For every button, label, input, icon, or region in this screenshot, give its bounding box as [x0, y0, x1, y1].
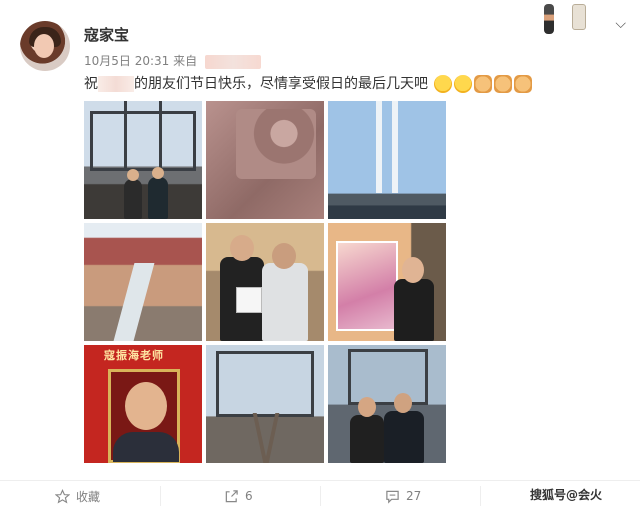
banner-title: 寇振海老师 — [104, 349, 164, 362]
photo-6[interactable] — [328, 223, 446, 341]
figure-sticker-icon — [544, 4, 554, 34]
bridge-pylon — [376, 101, 382, 193]
grin-emoji-icon — [434, 75, 453, 93]
bridge-pylon — [392, 101, 398, 193]
relief-plaque — [236, 109, 316, 179]
action-separator — [320, 486, 321, 506]
share-count: 6 — [245, 489, 253, 503]
person-head — [272, 243, 296, 269]
portrait-frame — [108, 369, 180, 463]
star-icon — [55, 488, 70, 503]
person — [148, 177, 168, 219]
favorite-label: 收藏 — [76, 489, 101, 504]
favorite-button[interactable]: 收藏 — [55, 486, 100, 506]
comment-button[interactable]: 27 — [385, 486, 421, 506]
person-head — [127, 169, 139, 181]
person-head — [402, 257, 424, 283]
bridge-truss — [216, 351, 314, 417]
person — [384, 411, 424, 463]
grin-emoji-icon — [454, 75, 473, 93]
rail-track — [264, 413, 280, 463]
photo-1[interactable] — [84, 101, 202, 219]
action-separator — [480, 486, 481, 506]
photo-9[interactable] — [328, 345, 446, 463]
post-meta: 10月5日 20:31 来自 — [84, 52, 261, 69]
post-text-after: 的朋友们节日快乐，尽情享受假日的最后几天吧 — [134, 76, 428, 92]
watermark: 搜狐号@会火 — [530, 488, 603, 502]
post-source-blurred — [204, 54, 261, 69]
person — [124, 179, 142, 219]
post-source-prefix: 来自 — [173, 54, 198, 68]
photo-8[interactable] — [206, 345, 324, 463]
avatar-face — [34, 34, 54, 58]
fist-emoji-icon — [514, 75, 533, 93]
actress-poster — [336, 241, 398, 331]
comment-icon — [386, 490, 399, 504]
fist-emoji-icon — [474, 75, 493, 93]
person-head — [230, 235, 254, 261]
username[interactable]: 寇家宝 — [84, 24, 129, 45]
share-button[interactable]: 6 — [224, 486, 253, 506]
photo-3[interactable] — [328, 101, 446, 219]
comment-count: 27 — [406, 489, 422, 503]
post-time[interactable]: 10月5日 20:31 — [84, 54, 169, 68]
photo-5[interactable] — [206, 223, 324, 341]
photo-2[interactable] — [206, 101, 324, 219]
share-icon — [225, 489, 238, 502]
bridge-truss — [124, 101, 162, 171]
post-text: 祝 的朋友们节日快乐，尽情享受假日的最后几天吧 — [84, 73, 533, 93]
portrait-suit — [113, 432, 179, 462]
person-head — [394, 393, 412, 413]
person — [350, 415, 384, 463]
redacted-text — [98, 76, 134, 92]
chevron-down-icon[interactable]: ⌵ — [615, 16, 626, 32]
water-channel — [113, 263, 155, 341]
person-head — [152, 167, 164, 179]
portrait-face — [125, 382, 167, 430]
person — [394, 279, 434, 341]
certificate — [236, 287, 262, 313]
fist-emoji-icon — [494, 75, 513, 93]
user-avatar[interactable] — [20, 21, 70, 71]
weibo-post-card: 寇家宝 10月5日 20:31 来自 祝 的朋友们节日快乐，尽情享受假日的最后几天… — [0, 0, 640, 513]
post-text-before: 祝 — [84, 76, 98, 92]
person-head — [358, 397, 376, 417]
person — [262, 263, 308, 341]
photo-7[interactable]: 寇振海老师 — [84, 345, 202, 463]
action-bar-divider — [0, 480, 640, 481]
photo-4[interactable] — [84, 223, 202, 341]
bridge-truss — [348, 349, 428, 405]
tower-sticker-icon — [572, 4, 586, 30]
decorative-sticker: ⌵ — [542, 2, 626, 38]
action-separator — [160, 486, 161, 506]
